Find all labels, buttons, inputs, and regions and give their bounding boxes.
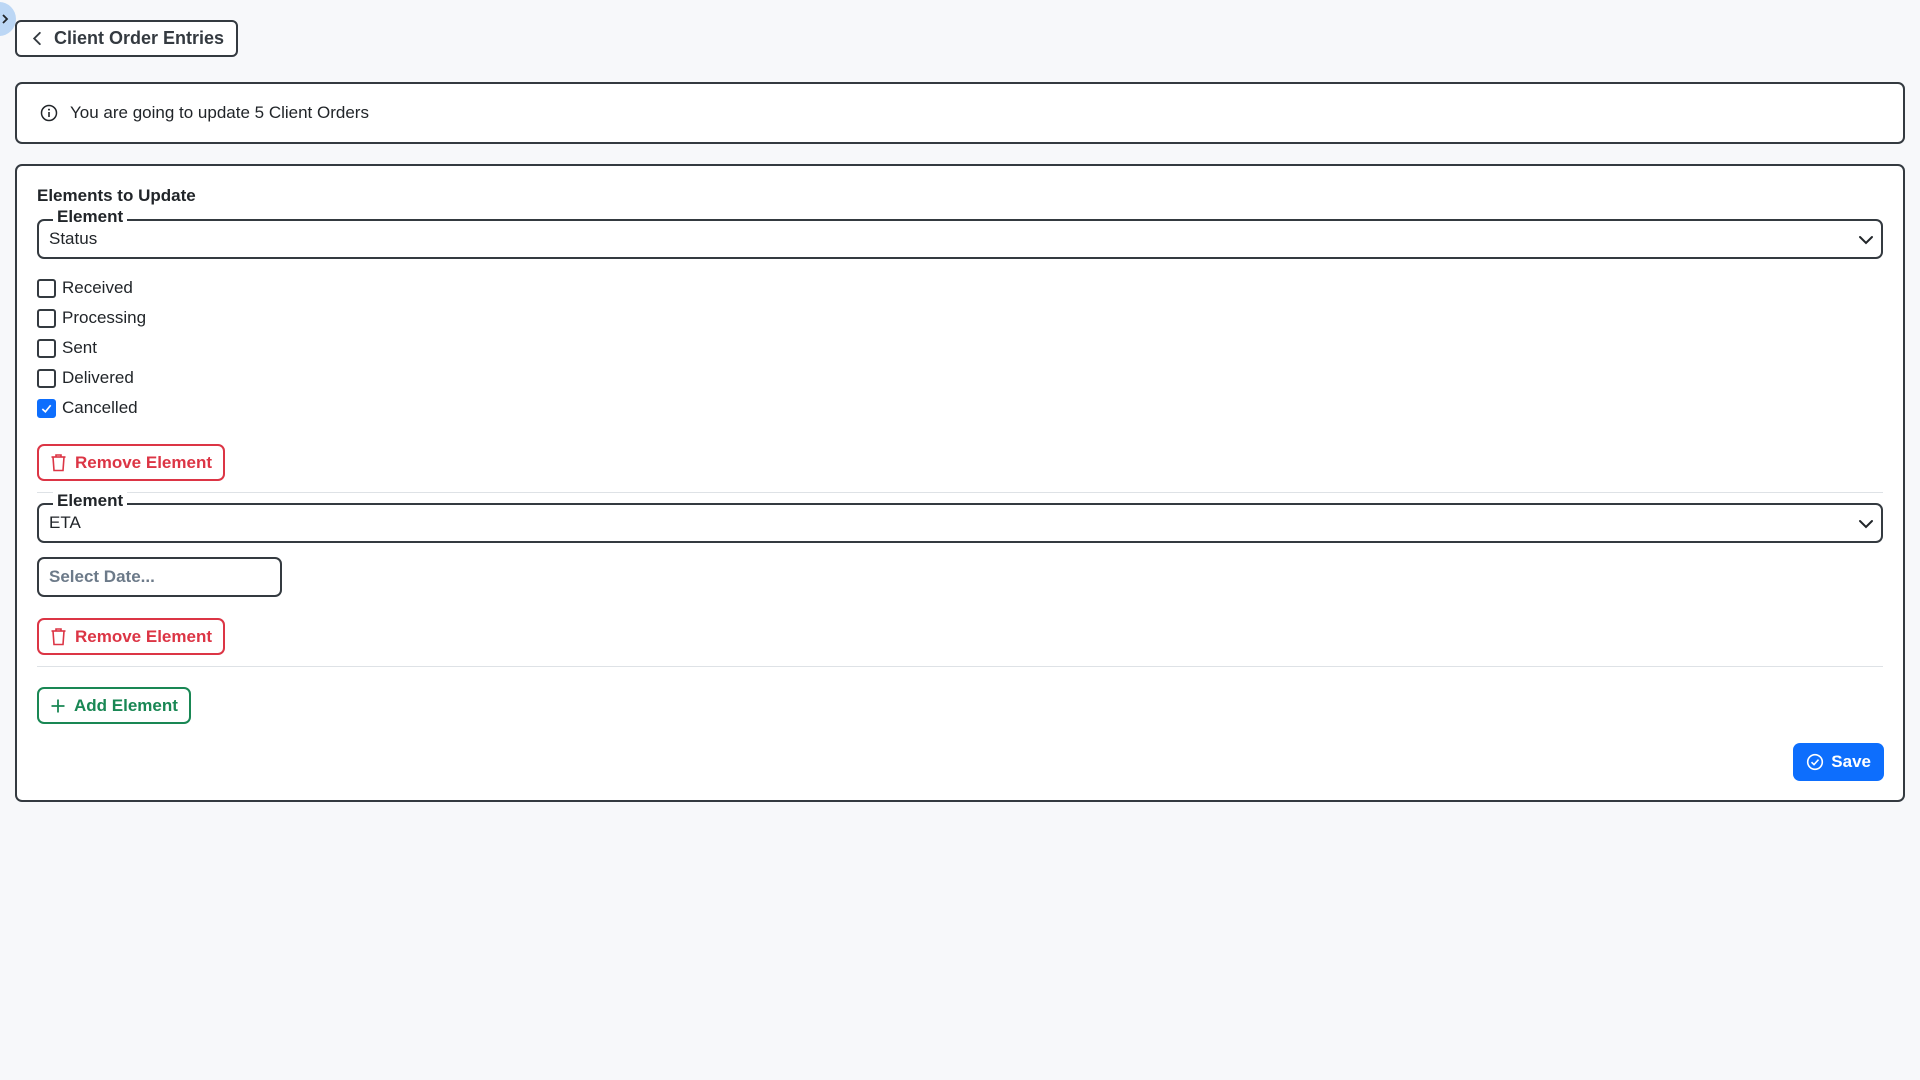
info-circle-icon [40,104,58,122]
status-option-label: Received [62,278,133,297]
element-select-status[interactable]: Element Status [37,207,1883,259]
back-button[interactable]: Client Order Entries [15,20,239,57]
chevron-down-icon [1859,236,1873,245]
add-element-label: Add Element [74,695,178,715]
save-button[interactable]: Save [1793,743,1884,781]
checkbox[interactable] [37,278,56,298]
remove-element-button[interactable]: Remove Element [37,444,225,481]
remove-element-label: Remove Element [75,452,212,472]
section-title: Elements to Update [37,186,196,205]
status-option-label: Cancelled [62,398,138,417]
element-select-legend: Element [53,207,128,227]
checkmark-icon [41,404,52,413]
back-button-label: Client Order Entries [54,28,225,48]
status-option-label: Processing [62,308,147,327]
element-select-value: Status [49,229,98,248]
date-picker-input[interactable] [37,557,282,597]
save-button-label: Save [1831,752,1871,771]
chevron-down-icon [1859,520,1873,529]
status-option-label: Delivered [62,368,134,387]
checkbox[interactable] [37,338,56,358]
chevron-left-icon [32,31,41,46]
checkbox[interactable] [37,368,56,388]
status-option-sent[interactable]: Sent [37,333,146,363]
status-option-delivered[interactable]: Delivered [37,363,146,393]
info-message: You are going to update 5 Client Orders [70,103,369,122]
status-checklist: Received Processing Sent Delivered Cance… [37,273,146,423]
status-option-processing[interactable]: Processing [37,303,146,333]
status-option-received[interactable]: Received [37,273,146,303]
sidebar-toggle-button[interactable] [0,2,16,36]
plus-icon [51,699,65,712]
check-circle-icon [1807,753,1824,771]
divider [37,666,1883,667]
element-select-value: ETA [49,513,81,532]
remove-element-label: Remove Element [75,626,212,646]
update-elements-card: Elements to Update Element Status Receiv… [15,164,1905,802]
status-option-label: Sent [62,338,97,357]
element-select-legend: Element [53,491,128,511]
divider [37,492,1883,493]
trash-icon [51,628,66,646]
chevron-right-icon [2,14,9,24]
checkbox-checked[interactable] [37,398,56,418]
trash-icon [51,454,66,472]
remove-element-button[interactable]: Remove Element [37,618,225,655]
status-option-cancelled[interactable]: Cancelled [37,393,146,423]
info-panel: You are going to update 5 Client Orders [15,82,1905,144]
element-select-eta[interactable]: Element ETA [37,491,1883,543]
add-element-button[interactable]: Add Element [37,687,191,724]
checkbox[interactable] [37,308,56,328]
